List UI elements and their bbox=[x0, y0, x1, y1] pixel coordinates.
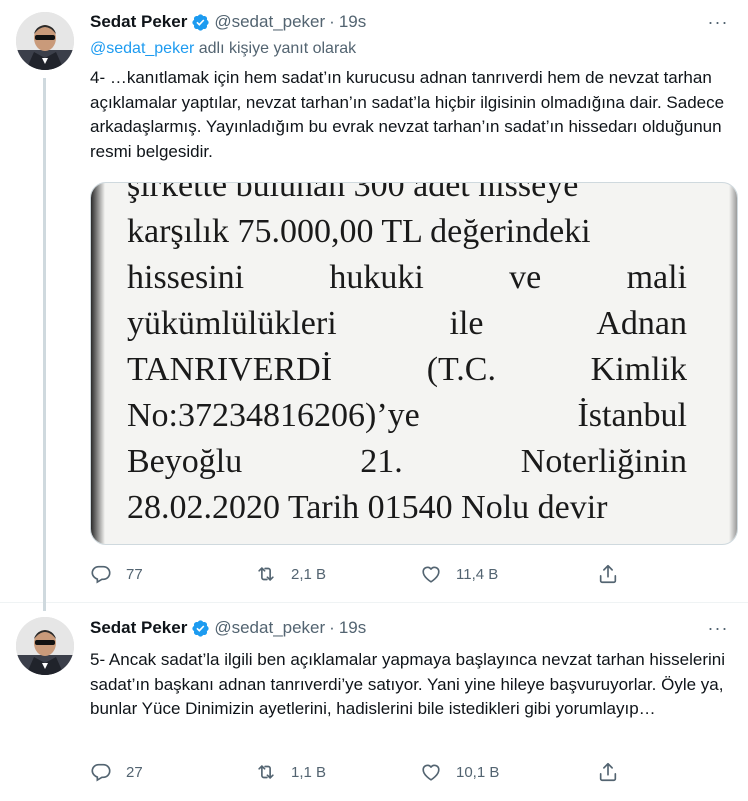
document-word: Noterliğinin bbox=[520, 443, 687, 480]
reply-button[interactable]: 27 bbox=[90, 761, 255, 783]
tweet-time[interactable]: 19s bbox=[339, 618, 366, 638]
document-word: Beyoğlu bbox=[127, 443, 243, 480]
share-button[interactable] bbox=[597, 761, 637, 783]
document-word: Adnan bbox=[596, 305, 687, 342]
document-word: (T.C. bbox=[426, 351, 496, 388]
scan-edge-shadow bbox=[91, 183, 105, 544]
share-icon bbox=[599, 762, 617, 782]
retweet-button[interactable]: 2,1 B bbox=[255, 563, 420, 585]
tweet-text: 4- …kanıtlamak için hem sadat’ın kurucus… bbox=[90, 68, 725, 161]
reply-button[interactable]: 77 bbox=[90, 563, 255, 585]
document-word: yükümlülükleri bbox=[127, 305, 337, 342]
like-button[interactable]: 11,4 B bbox=[420, 563, 585, 585]
reply-count: 77 bbox=[126, 565, 143, 583]
document-line: karşılık 75.000,00 TL değerindeki bbox=[127, 209, 687, 255]
tweet-image[interactable]: şirkette bulunan 300 adet hisseye karşılı… bbox=[90, 182, 738, 545]
thread-connector-line bbox=[43, 78, 46, 611]
avatar[interactable] bbox=[16, 12, 74, 70]
author-handle[interactable]: @sedat_peker bbox=[214, 12, 325, 32]
separator-dot: · bbox=[329, 618, 335, 637]
document-line: hissesini hukuki ve mali bbox=[127, 255, 687, 301]
like-count: 10,1 B bbox=[456, 763, 500, 781]
document-word: hissesini bbox=[127, 259, 245, 296]
tweet-text: 5- Ancak sadat’la ilgili ben açıklamalar… bbox=[90, 650, 726, 718]
tweet-1[interactable]: Sedat Peker @sedat_peker · 19s ··· @seda… bbox=[0, 0, 748, 611]
document-word: hukuki bbox=[329, 259, 424, 296]
document-line: Beyoğlu 21. Noterliğinin bbox=[127, 439, 687, 485]
author-handle[interactable]: @sedat_peker bbox=[214, 618, 325, 638]
document-line: 28.02.2020 Tarih 01540 Nolu devir bbox=[127, 485, 687, 531]
document-word: Kimlik bbox=[590, 351, 687, 388]
document-word: ile bbox=[449, 305, 484, 342]
like-count: 11,4 B bbox=[456, 565, 499, 583]
retweet-button[interactable]: 1,1 B bbox=[255, 761, 420, 783]
separator-dot: · bbox=[329, 12, 335, 31]
reply-mention-link[interactable]: @sedat_peker bbox=[90, 40, 194, 57]
retweet-icon bbox=[258, 765, 274, 779]
document-word: 21. bbox=[360, 443, 403, 480]
verified-badge-icon bbox=[191, 13, 210, 32]
document-word: 28.02.2020 Tarih 01540 Nolu devir bbox=[127, 489, 608, 526]
reply-context: @sedat_peker adlı kişiye yanıt olarak bbox=[90, 40, 356, 58]
reply-count: 27 bbox=[126, 763, 143, 781]
tweet-2[interactable]: Sedat Peker @sedat_peker · 19s ··· 5- An… bbox=[0, 603, 748, 801]
document-line: yükümlülükleri ile Adnan bbox=[127, 301, 687, 347]
share-icon bbox=[599, 564, 617, 584]
reply-icon bbox=[91, 763, 111, 782]
like-icon bbox=[422, 566, 440, 583]
share-button[interactable] bbox=[597, 563, 637, 585]
document-word: İstanbul bbox=[577, 397, 687, 434]
scan-edge-shadow-right bbox=[729, 183, 737, 544]
tweet-header: Sedat Peker @sedat_peker · 19s bbox=[90, 617, 366, 639]
tweet-actions: 77 2,1 B 11,4 B bbox=[90, 562, 637, 586]
retweet-icon bbox=[258, 567, 274, 581]
retweet-count: 2,1 B bbox=[291, 565, 327, 583]
retweet-count: 1,1 B bbox=[291, 763, 327, 781]
document-line: No:37234816206)’ye İstanbul bbox=[127, 393, 687, 439]
more-icon[interactable]: ··· bbox=[704, 11, 732, 33]
like-button[interactable]: 10,1 B bbox=[420, 761, 585, 783]
author-name[interactable]: Sedat Peker bbox=[90, 12, 187, 32]
document-line: TANRIVERDİ (T.C. Kimlik bbox=[127, 347, 687, 393]
reply-context-suffix: adlı kişiye yanıt olarak bbox=[194, 40, 357, 57]
document-word: mali bbox=[626, 259, 687, 296]
document-word: No:37234816206)’ye bbox=[127, 397, 420, 434]
document-scan: şirkette bulunan 300 adet hisseye karşılı… bbox=[91, 182, 737, 544]
reply-icon bbox=[91, 565, 111, 584]
tweet-header: Sedat Peker @sedat_peker · 19s bbox=[90, 11, 366, 33]
document-word: şirkette bulunan 300 adet hisseye bbox=[127, 182, 579, 204]
document-line: şirkette bulunan 300 adet hisseye bbox=[127, 182, 687, 209]
tweet-time[interactable]: 19s bbox=[339, 12, 366, 32]
author-name[interactable]: Sedat Peker bbox=[90, 618, 187, 638]
like-icon bbox=[422, 764, 440, 781]
more-icon[interactable]: ··· bbox=[704, 617, 732, 639]
document-word: TANRIVERDİ bbox=[127, 351, 333, 388]
avatar[interactable] bbox=[16, 617, 74, 675]
document-word: ve bbox=[509, 259, 542, 296]
verified-badge-icon bbox=[191, 619, 210, 638]
tweet-actions: 27 1,1 B 10,1 B bbox=[90, 760, 637, 784]
document-word: karşılık 75.000,00 TL değerindeki bbox=[127, 213, 591, 250]
